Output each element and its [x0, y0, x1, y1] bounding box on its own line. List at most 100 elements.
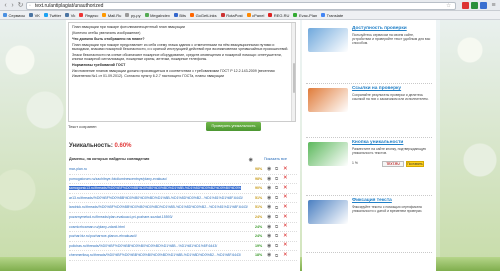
delete-icon[interactable]: ✕ — [283, 194, 288, 200]
match-url-link[interactable]: polichas.ru/threads/%D0%BF%D0%BB%D0%B0%D… — [69, 244, 254, 248]
editor-scrollbar[interactable] — [291, 23, 295, 121]
delete-icon[interactable]: ✕ — [283, 185, 288, 191]
match-percent: 24% — [255, 214, 263, 219]
eye-icon[interactable]: ◉ — [267, 185, 271, 191]
bookmark-item[interactable]: Bits — [173, 13, 186, 18]
bookmark-label: REG.RU — [273, 12, 290, 18]
eye-icon[interactable]: ◉ — [267, 224, 271, 230]
editor-paragraph: Изготовление планов эвакуации должно про… — [72, 69, 275, 78]
editor-paragraph: Знаки безопасности на схеме обозначают п… — [72, 53, 282, 62]
decorative-background-left — [0, 20, 70, 271]
bookmark-label: Twitter — [49, 12, 62, 18]
bookmark-favicon-icon — [321, 13, 326, 17]
copy-icon[interactable]: ⧉ — [275, 243, 278, 248]
bookmark-item[interactable]: RotaPost — [220, 12, 243, 18]
right-sidebar: Доступность проверки Пользуйтесь сервисом… — [302, 20, 436, 271]
delete-icon[interactable]: ✕ — [283, 223, 288, 229]
copy-icon[interactable]: ⧉ — [275, 224, 278, 229]
promo-description: Разместите на сайте кнопку, подтверждающ… — [352, 147, 427, 156]
promo-title-link[interactable]: Фиксация текста — [352, 198, 392, 203]
bookmark-item[interactable]: Сервисы — [3, 13, 25, 18]
bookmark-item[interactable]: Translate — [321, 13, 343, 18]
eye-icon[interactable]: ◉ — [267, 176, 271, 182]
delete-icon[interactable]: ✕ — [283, 233, 288, 239]
match-url-link[interactable]: ar13.ru/threads/%D0%BF%D0%BB%D0%B0%D0%BD… — [69, 196, 254, 200]
match-row: samogorsk13.ru/threads/%D0%BF%D0%BB%D0%B… — [69, 184, 297, 194]
bookmark-favicon-icon — [220, 13, 225, 17]
extension-icon[interactable] — [471, 2, 478, 9]
text-input-area[interactable]: План эвакуации при пожаре фотолюминесцен… — [68, 22, 296, 122]
bookmark-favicon-icon — [29, 13, 34, 17]
eye-icon[interactable]: ◉ — [267, 204, 271, 210]
promo-title-link[interactable]: Доступность проверки — [352, 26, 407, 31]
match-url-link[interactable]: pomogatorum.ru/zachitnye-fotoliuminescen… — [69, 177, 254, 181]
eye-icon[interactable]: ◉ — [267, 214, 271, 220]
delete-icon[interactable]: ✕ — [283, 175, 288, 181]
eye-icon[interactable]: ◉ — [267, 233, 271, 239]
bookmark-item[interactable]: Vk — [65, 13, 75, 18]
match-row: mar-plan.ru 98% ◉ ⧉ ✕ — [69, 165, 297, 175]
match-url-link[interactable]: pozarnymetod.ru/threads/plan-evakuaci-pr… — [69, 215, 254, 219]
bookmark-item[interactable]: Яндекс — [79, 13, 98, 18]
match-row: chenmeriksq.ru/threads/%D0%BF%D0%BB%D0%B… — [69, 251, 297, 261]
copy-icon[interactable]: ⧉ — [275, 214, 278, 219]
promo-title-link[interactable]: Ссылки на проверку — [352, 86, 401, 91]
extension-icon[interactable] — [462, 2, 469, 9]
bookmark-item[interactable]: Twitter — [43, 12, 62, 18]
back-icon[interactable]: ‹ — [2, 2, 9, 9]
bookmark-label: RotaPost — [226, 12, 243, 18]
bookmark-item[interactable]: ру-ру — [125, 13, 141, 18]
copy-icon[interactable]: ⧉ — [275, 185, 278, 190]
promo-badge[interactable]: TEXT.RU — [382, 161, 404, 167]
delete-icon[interactable]: ✕ — [283, 242, 288, 248]
extension-icon[interactable] — [480, 2, 487, 9]
bookmark-item[interactable]: MegaIndex — [144, 13, 170, 18]
copy-icon[interactable]: ⧉ — [275, 166, 278, 171]
delete-icon[interactable]: ✕ — [283, 214, 288, 220]
forward-icon[interactable]: › — [9, 2, 16, 9]
uniqueness-label: Уникальность: — [69, 143, 113, 149]
bookmark-item[interactable]: Evac-Plan — [293, 13, 317, 18]
copy-icon[interactable]: ⧉ — [275, 253, 278, 258]
bookmark-label: cPanel — [252, 12, 265, 18]
match-url-link[interactable]: cosmicrhcaman.ru/plany-zdanii.html — [69, 225, 254, 229]
check-uniqueness-button[interactable]: Проверить уникальность — [206, 122, 261, 131]
promo-badge-button[interactable]: Поставить — [406, 161, 424, 167]
promo-description: Пользуйтесь сервисом на своем сайте, уст… — [352, 33, 431, 46]
eye-icon[interactable]: ◉ — [267, 195, 271, 201]
eye-icon[interactable]: ◉ — [267, 166, 271, 172]
match-url-link[interactable]: pozhar.biz.ru/pozharnoe-planov-ehvakuaci… — [69, 234, 254, 238]
match-url-link[interactable]: chenmeriksq.ru/threads/%D0%BF%D0%BB%D0%B… — [69, 253, 254, 257]
decorative-background-right — [440, 20, 500, 271]
copy-icon[interactable]: ⧉ — [275, 176, 278, 181]
uniqueness-result: Уникальность: 0.60% — [69, 143, 132, 149]
match-url-link[interactable]: samogorsk13.ru/threads/%D0%BF%D0%BB%D0%B… — [69, 186, 241, 191]
match-url-link[interactable]: mar-plan.ru — [69, 167, 254, 171]
show-all-link[interactable]: Показать все — [264, 157, 287, 161]
bookmark-star-icon[interactable]: ☆ — [446, 3, 451, 9]
match-row: pozarnymetod.ru/threads/plan-evakuaci-pr… — [69, 213, 297, 223]
address-bar[interactable]: ▫ text.ru/antiplagiat/unauthorized ☆ — [26, 1, 456, 10]
copy-icon[interactable]: ⧉ — [275, 205, 278, 210]
promo-title-link[interactable]: Кнопка уникальности — [352, 140, 403, 145]
eye-icon[interactable]: ◉ — [249, 157, 253, 163]
copy-icon[interactable]: ⧉ — [275, 233, 278, 238]
delete-icon[interactable]: ✕ — [283, 204, 288, 210]
bookmark-favicon-icon — [144, 13, 149, 17]
bookmark-item[interactable]: VK — [29, 13, 40, 18]
match-url-link[interactable]: landrick.ru/threads/%D0%BF%D0%BB%D0%B0%D… — [69, 205, 254, 209]
delete-icon[interactable]: ✕ — [283, 252, 288, 258]
eye-icon[interactable]: ◉ — [267, 243, 271, 249]
bookmark-item[interactable]: cPanel — [246, 12, 265, 18]
bookmark-item[interactable]: REG.RU — [268, 13, 289, 18]
bookmark-favicon-icon — [65, 13, 70, 17]
bookmarks-bar: Сервисы VK Twitter Vk Яндекс Mail.Ru ру-ру Mega… — [0, 11, 500, 20]
bookmark-item[interactable]: Mail.Ru — [102, 13, 121, 18]
delete-icon[interactable]: ✕ — [283, 166, 288, 172]
bookmark-item[interactable]: GoGetLinks — [190, 13, 217, 18]
eye-icon[interactable]: ◉ — [267, 252, 271, 258]
menu-icon[interactable]: ≡ — [490, 2, 497, 9]
reload-icon[interactable]: ↻ — [17, 2, 24, 9]
copy-icon[interactable]: ⧉ — [275, 195, 278, 200]
bookmark-favicon-icon — [190, 13, 195, 17]
